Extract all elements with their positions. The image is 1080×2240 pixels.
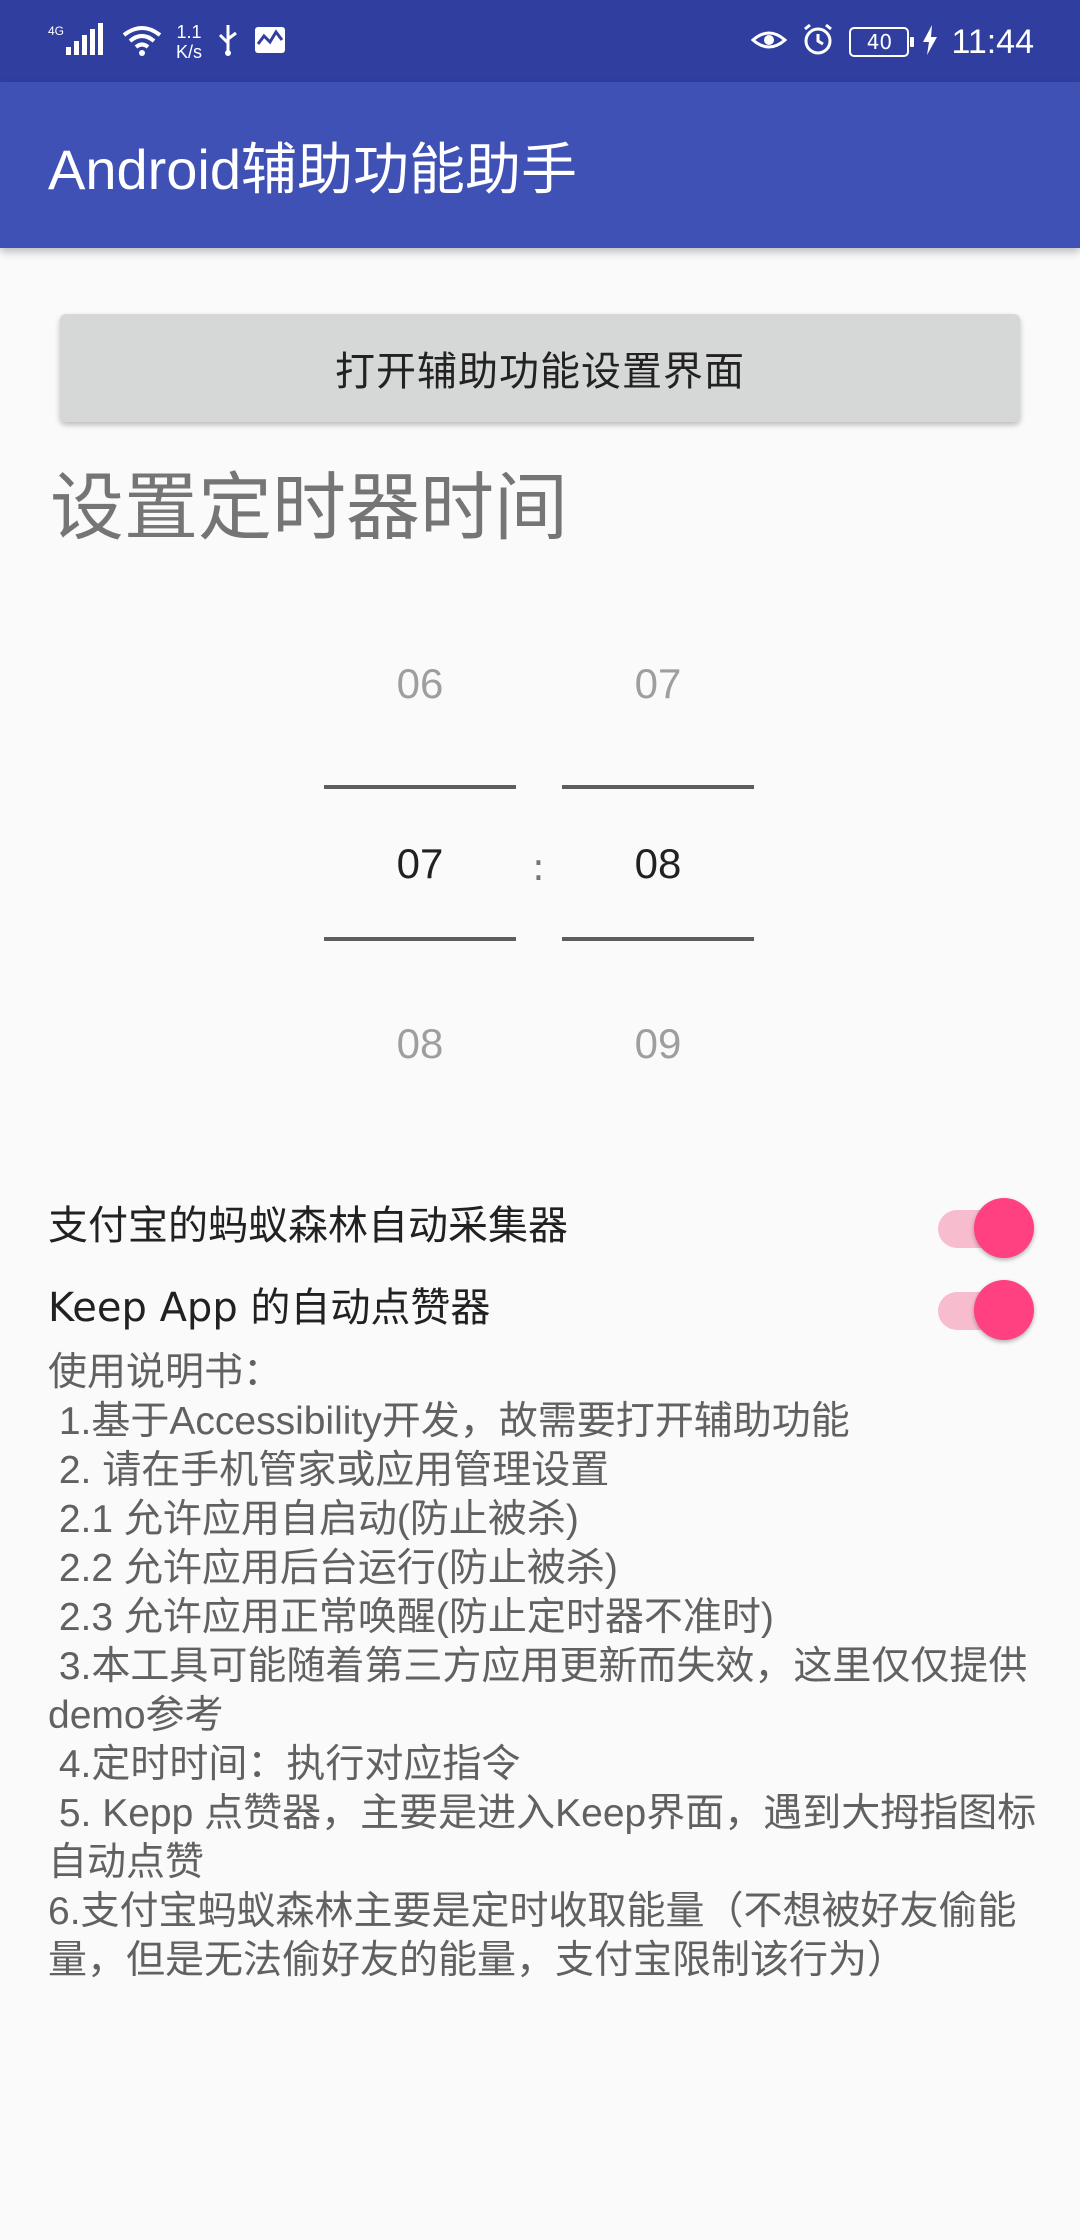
eye-icon — [751, 26, 788, 58]
switch-label-keep-like: Keep App 的自动点赞器 — [48, 1285, 491, 1331]
battery-level: 40 — [866, 30, 893, 54]
signal-icon: 4G — [48, 23, 108, 61]
clock-time: 11:44 — [951, 22, 1034, 61]
hour-divider-bottom — [324, 937, 516, 941]
app-title: Android辅助功能助手 — [48, 137, 578, 201]
instruction-line: 4.定时时间：执行对应指令 — [48, 1743, 521, 1786]
instruction-line: 使用说明书： — [48, 1351, 283, 1394]
switch-row-ant-forest[interactable]: 支付宝的蚂蚁森林自动采集器 — [48, 1182, 1034, 1262]
minute-divider-bottom — [562, 937, 754, 941]
switch-row-keep-like[interactable]: Keep App 的自动点赞器 — [48, 1264, 1034, 1344]
network-speed: 1.1 K/s — [176, 22, 203, 62]
minute-selected[interactable]: 08 — [562, 840, 754, 888]
app-toolbar: Android辅助功能助手 — [0, 82, 1080, 248]
battery-icon: 40 — [849, 27, 915, 57]
instruction-line: 5. Kepp 点赞器，主要是进入Keep界面，遇到大拇指图标自动点赞 — [48, 1792, 1037, 1884]
instruction-line: 2.3 允许应用正常唤醒(防止定时器不准时) — [48, 1596, 774, 1639]
minute-prev[interactable]: 07 — [562, 660, 754, 708]
hour-prev[interactable]: 06 — [324, 660, 516, 708]
keep-like-toggle[interactable] — [936, 1274, 1034, 1340]
usb-icon — [216, 23, 240, 61]
status-bar: 4G 1.1 K/s 40 11:44 — [0, 0, 1080, 82]
instruction-line: 6.支付宝蚂蚁森林主要是定时收取能量（不想被好友偷能量，但是无法偷好友的能量，支… — [48, 1890, 1017, 1982]
minute-next[interactable]: 09 — [562, 1020, 754, 1068]
toggle-thumb — [974, 1198, 1034, 1258]
hour-selected[interactable]: 07 — [324, 840, 516, 888]
time-separator: : — [532, 845, 545, 889]
wifi-icon — [122, 23, 162, 61]
hour-next[interactable]: 08 — [324, 1020, 516, 1068]
alarm-icon — [801, 23, 835, 61]
charging-icon — [923, 25, 938, 59]
instruction-line: 2. 请在手机管家或应用管理设置 — [48, 1449, 610, 1492]
ant-forest-toggle[interactable] — [936, 1192, 1034, 1258]
svg-text:4G: 4G — [48, 24, 64, 38]
timer-title: 设置定时器时间 — [50, 466, 568, 549]
hour-divider-top — [324, 785, 516, 789]
instruction-line: 2.2 允许应用后台运行(防止被杀) — [48, 1547, 618, 1590]
instruction-line: 1.基于Accessibility开发，故需要打开辅助功能 — [48, 1400, 850, 1443]
toggle-thumb — [974, 1280, 1034, 1340]
activity-icon — [254, 26, 286, 58]
instructions-text: 使用说明书： 1.基于Accessibility开发，故需要打开辅助功能 2. … — [48, 1348, 1038, 1985]
minute-divider-top — [562, 785, 754, 789]
open-accessibility-settings-button[interactable]: 打开辅助功能设置界面 — [60, 314, 1020, 422]
instruction-line: 3.本工具可能随着第三方应用更新而失效，这里仅仅提供demo参考 — [48, 1645, 1028, 1737]
switch-label-ant-forest: 支付宝的蚂蚁森林自动采集器 — [48, 1203, 568, 1249]
instruction-line: 2.1 允许应用自启动(防止被杀) — [48, 1498, 579, 1541]
